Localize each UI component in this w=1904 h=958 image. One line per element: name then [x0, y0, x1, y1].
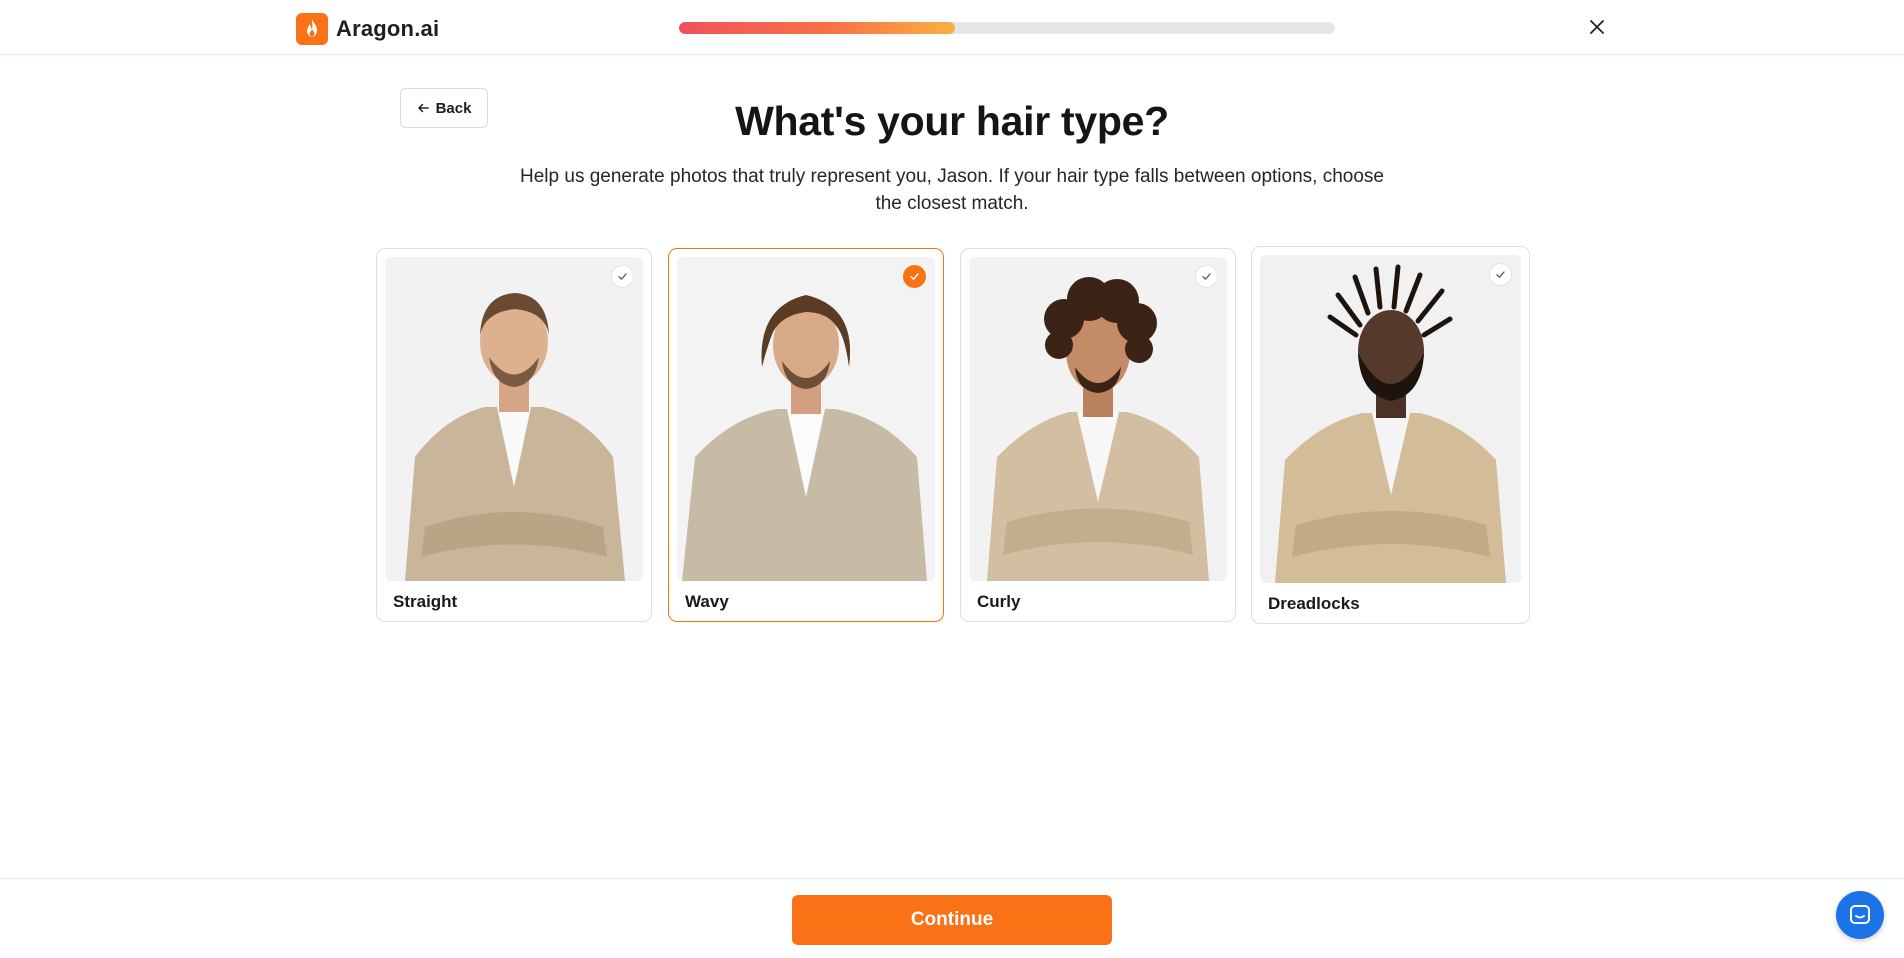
portrait-wavy-hair	[677, 257, 935, 581]
close-button[interactable]	[1586, 16, 1608, 38]
portrait-curly-hair	[969, 257, 1227, 581]
continue-button[interactable]: Continue	[792, 895, 1112, 945]
progress-bar-fill	[679, 22, 955, 34]
checkmark-icon	[903, 265, 926, 288]
flame-icon	[296, 13, 328, 45]
page-subtitle: Help us generate photos that truly repre…	[520, 166, 1384, 214]
portrait-straight-hair	[385, 257, 643, 581]
brand-name: Aragon.ai	[336, 16, 440, 41]
hair-option-straight[interactable]: Straight	[376, 248, 652, 622]
hair-option-label: Dreadlocks	[1268, 594, 1360, 613]
checkmark-icon	[611, 265, 634, 288]
portrait-dreadlocks-hair	[1260, 255, 1521, 583]
hair-option-dreadlocks[interactable]: Dreadlocks	[1251, 246, 1530, 624]
checkmark-icon	[1489, 263, 1512, 286]
hair-option-label: Curly	[977, 592, 1021, 611]
brand-logo[interactable]: Aragon.ai	[296, 13, 439, 45]
hair-option-curly[interactable]: Curly	[960, 248, 1236, 622]
hair-option-wavy[interactable]: Wavy	[668, 248, 944, 622]
checkmark-icon	[1195, 265, 1218, 288]
progress-bar	[679, 22, 1335, 34]
top-bar: Aragon.ai	[0, 0, 1904, 55]
footer-bar: Continue	[0, 878, 1904, 958]
chat-icon	[1850, 905, 1870, 924]
hair-option-label: Wavy	[685, 592, 729, 611]
chat-support-button[interactable]	[1836, 891, 1884, 939]
page-title: What's your hair type?	[735, 98, 1169, 144]
close-icon	[1590, 20, 1604, 34]
hair-option-label: Straight	[393, 592, 458, 611]
